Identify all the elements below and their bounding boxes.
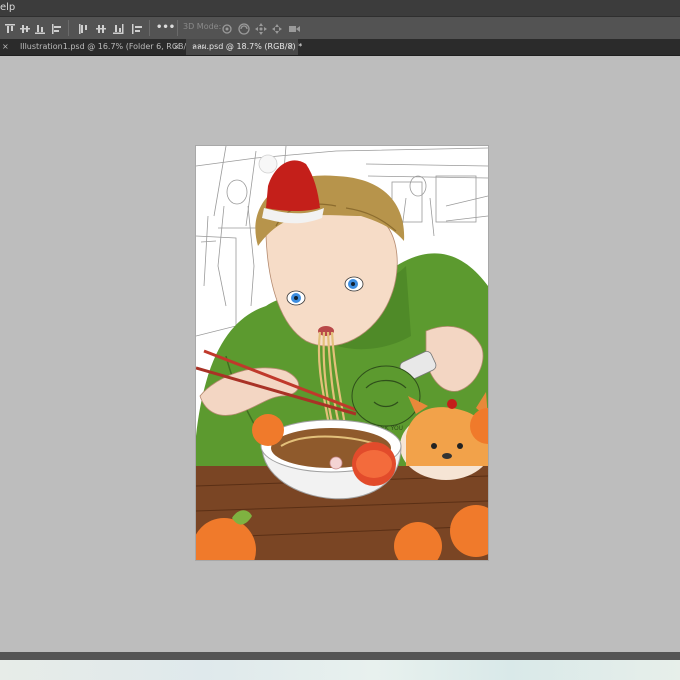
align-vcenter-icon[interactable] [18,21,32,35]
menu-bar: elp [0,0,680,16]
menu-item-help[interactable]: elp [0,0,15,16]
status-bar [0,652,680,660]
more-icon[interactable]: ••• [156,21,175,35]
tab-active-document[interactable]: ลลผ.psd @ 18.7% (RGB/8) * × [186,39,302,55]
distribute-vcenter-icon[interactable] [94,21,108,35]
distribute-top-icon[interactable] [76,21,90,35]
slide-3d-icon[interactable] [270,21,284,35]
tab-close-button[interactable]: × [173,39,180,55]
document-tab-bar: × Illustration1.psd @ 16.7% (Folder 6, R… [0,39,680,56]
distribute-left-icon[interactable] [130,21,144,35]
tab-label: ลลผ.psd @ 18.7% (RGB/8) * [192,42,303,51]
orbit-3d-icon[interactable] [220,21,234,35]
align-bottom-icon[interactable] [33,21,47,35]
align-left-icon[interactable] [50,21,64,35]
orange [252,414,284,446]
document-canvas[interactable]: THANK YOU [192,145,506,582]
desktop-background [0,660,680,680]
options-bar: ••• 3D Mode: [0,16,680,39]
pan-3d-icon[interactable] [254,21,268,35]
3d-mode-label: 3D Mode: [183,22,222,31]
tab-close-button[interactable]: × [0,39,14,55]
align-top-icon[interactable] [3,21,17,35]
scale-3d-icon[interactable] [287,21,301,35]
distribute-bottom-icon[interactable] [111,21,125,35]
illustration: THANK YOU [192,145,506,582]
tab-illustration1[interactable]: Illustration1.psd @ 16.7% (Folder 6, RGB… [14,39,208,55]
tab-close-button[interactable]: × [287,39,294,55]
roll-3d-icon[interactable] [237,21,251,35]
